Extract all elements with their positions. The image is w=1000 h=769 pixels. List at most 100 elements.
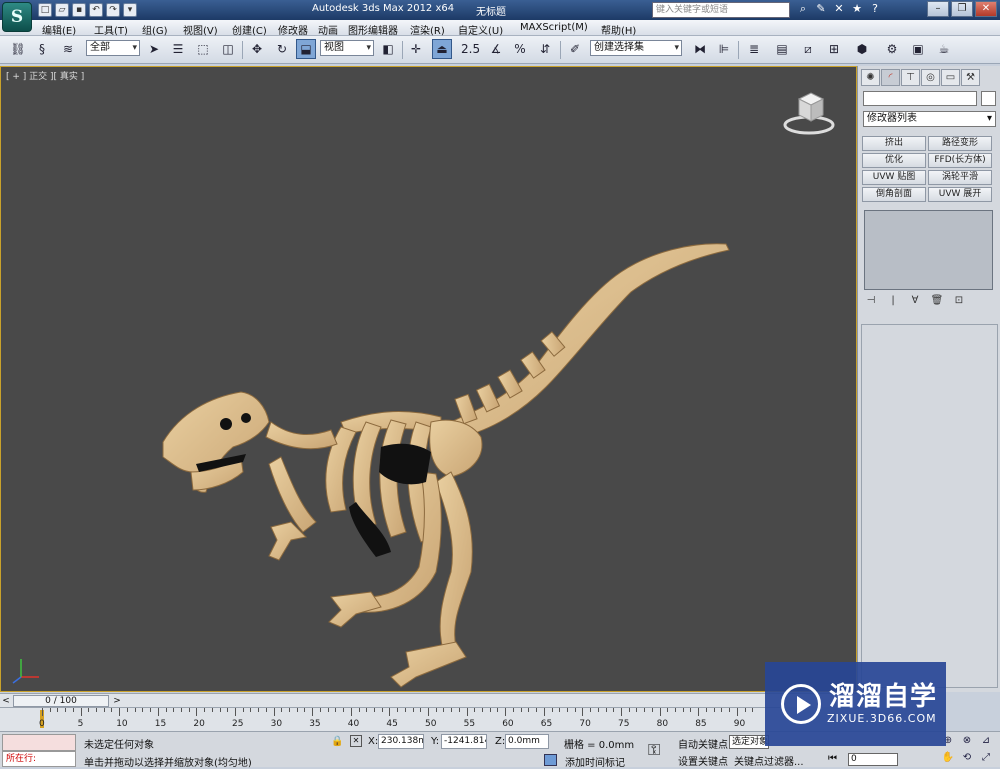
current-frame-field[interactable]: 0 [848, 753, 898, 766]
modifier-button-turbosmooth[interactable]: 涡轮平滑 [928, 170, 992, 185]
zoom-all-icon[interactable]: ⊗ [959, 734, 975, 748]
time-slider[interactable]: < 0 / 100 > [0, 693, 857, 707]
search-input[interactable]: 键入关键字或短语 [652, 2, 790, 18]
edit-named-selection-icon[interactable]: ✐ [565, 39, 585, 59]
connect-icon[interactable]: ✕ [832, 2, 846, 16]
modifier-button-optimize[interactable]: 优化 [862, 153, 926, 168]
set-key-button[interactable]: 设置关键点 [678, 753, 728, 768]
wooden-dinosaur-skeleton-model[interactable] [151, 172, 741, 717]
maxscript-line-field[interactable]: 所在行: [2, 751, 76, 767]
menu-modifiers[interactable]: 修改器 [278, 22, 308, 37]
new-file-icon[interactable]: □ [38, 3, 52, 17]
keyboard-shortcut-override-icon[interactable]: ⏏ [432, 39, 452, 59]
x-coordinate-field[interactable]: 230.138mm [378, 734, 424, 749]
binoculars-icon[interactable]: ⌕ [796, 2, 810, 16]
y-coordinate-field[interactable]: -1241.814 [441, 734, 487, 749]
perspective-viewport[interactable]: [ + ] 正交 ][ 真实 ] [0, 66, 857, 692]
menu-graph-editors[interactable]: 图形编辑器 [348, 22, 398, 37]
modifier-button-uvw-map[interactable]: UVW 贴图 [862, 170, 926, 185]
tab-utilities-icon[interactable]: ⚒ [961, 69, 980, 86]
select-manipulate-icon[interactable]: ✛ [406, 39, 426, 59]
absolute-mode-icon[interactable]: ✕ [350, 735, 362, 747]
tab-modify-icon[interactable]: ◜ [881, 69, 900, 86]
viewcube-icon[interactable] [781, 89, 837, 135]
time-slider-thumb[interactable]: 0 / 100 [13, 695, 109, 707]
set-key-icon[interactable]: ⚿ [648, 740, 660, 760]
snaps-toggle-icon[interactable]: 2.5 [460, 39, 480, 59]
star-icon[interactable]: ★ [850, 2, 864, 16]
menu-customize[interactable]: 自定义(U) [458, 22, 503, 37]
select-by-name-icon[interactable]: ☰ [168, 39, 188, 59]
mirror-icon[interactable]: ⧓ [690, 39, 710, 59]
app-menu-logo[interactable]: S [2, 2, 32, 32]
menu-help[interactable]: 帮助(H) [601, 22, 636, 37]
viewport-label[interactable]: [ + ] 正交 ][ 真实 ] [6, 69, 84, 82]
pan-hand-icon[interactable]: ✋ [940, 751, 956, 765]
unlink-icon[interactable]: § [32, 39, 52, 59]
render-setup-icon[interactable]: ⚙ [882, 39, 902, 59]
make-unique-icon[interactable]: ∀ [907, 294, 923, 308]
angle-snap-icon[interactable]: ∡ [486, 39, 506, 59]
minimize-button[interactable]: – [927, 1, 949, 17]
graphite-ribbon-icon[interactable]: ▤ [772, 39, 792, 59]
modifier-stack-list[interactable] [864, 210, 993, 290]
spinner-snap-icon[interactable]: ⇵ [535, 39, 555, 59]
modifier-button-extrude[interactable]: 挤出 [862, 136, 926, 151]
z-coordinate-field[interactable]: 0.0mm [505, 734, 549, 749]
time-tag-icon[interactable] [544, 754, 557, 766]
show-end-result-icon[interactable]: | [885, 294, 901, 308]
auto-key-button[interactable]: 自动关键点 [678, 736, 728, 751]
modifier-list-dropdown[interactable]: 修改器列表 [863, 111, 996, 127]
time-next-icon[interactable]: > [111, 695, 123, 707]
material-editor-icon[interactable]: ⬢ [852, 39, 872, 59]
modifier-button-unwrap-uvw[interactable]: UVW 展开 [928, 187, 992, 202]
maximize-viewport-icon[interactable]: ⤢ [978, 751, 994, 765]
schematic-view-icon[interactable]: ⊞ [824, 39, 844, 59]
menu-views[interactable]: 视图(V) [183, 22, 218, 37]
menu-maxscript[interactable]: MAXScript(M) [520, 22, 588, 33]
percent-snap-icon[interactable]: % [510, 39, 530, 59]
select-object-icon[interactable]: ➤ [144, 39, 164, 59]
reference-coord-dropdown[interactable]: 视图 [320, 40, 374, 56]
pin-stack-icon[interactable]: ⊣ [863, 294, 879, 308]
redo-icon[interactable]: ↷ [106, 3, 120, 17]
render-teapot-icon[interactable]: ☕ [934, 39, 954, 59]
key-filters-button[interactable]: 关键点过滤器... [734, 753, 804, 768]
selection-lock-icon[interactable]: 🔒 [331, 736, 343, 747]
rotate-icon[interactable]: ↻ [272, 39, 292, 59]
pivot-center-icon[interactable]: ◧ [378, 39, 398, 59]
save-file-icon[interactable]: ▪ [72, 3, 86, 17]
close-button[interactable]: ✕ [975, 1, 997, 17]
layer-manager-icon[interactable]: ≣ [744, 39, 764, 59]
tab-hierarchy-icon[interactable]: ⊤ [901, 69, 920, 86]
field-of-view-icon[interactable]: ⊿ [978, 734, 994, 748]
maximize-button[interactable]: ❐ [951, 1, 973, 17]
modifier-button-ffd-box[interactable]: FFD(长方体) [928, 153, 992, 168]
tab-create-icon[interactable]: ✺ [861, 69, 880, 86]
orbit-icon[interactable]: ⟲ [959, 751, 975, 765]
open-file-icon[interactable]: ▱ [55, 3, 69, 17]
tab-motion-icon[interactable]: ◎ [921, 69, 940, 86]
undo-icon[interactable]: ↶ [89, 3, 103, 17]
link-icon[interactable]: ⛓ [8, 39, 28, 59]
object-color-swatch[interactable] [981, 91, 996, 106]
remove-modifier-icon[interactable]: 🗑 [929, 294, 945, 308]
bind-space-warp-icon[interactable]: ≋ [58, 39, 78, 59]
menu-tools[interactable]: 工具(T) [94, 22, 128, 37]
key-selection-dropdown[interactable]: 选定对象 [729, 735, 769, 749]
rect-selection-icon[interactable]: ⬚ [193, 39, 213, 59]
menu-edit[interactable]: 编辑(E) [42, 22, 76, 37]
window-crossing-icon[interactable]: ◫ [218, 39, 238, 59]
go-to-start-icon[interactable]: ⏮ [828, 753, 837, 764]
menu-create[interactable]: 创建(C) [232, 22, 267, 37]
rendered-frame-icon[interactable]: ▣ [908, 39, 928, 59]
scale-icon[interactable]: ⬓ [296, 39, 316, 59]
time-prev-icon[interactable]: < [0, 695, 12, 707]
modifier-button-bevel-profile[interactable]: 倒角剖面 [862, 187, 926, 202]
selection-filter-dropdown[interactable]: 全部 [86, 40, 140, 56]
menu-animation[interactable]: 动画 [318, 22, 338, 37]
qa-dropdown-icon[interactable]: ▾ [123, 3, 137, 17]
move-icon[interactable]: ✥ [247, 39, 267, 59]
menu-rendering[interactable]: 渲染(R) [410, 22, 445, 37]
modifier-button-path-deform[interactable]: 路径变形 [928, 136, 992, 151]
